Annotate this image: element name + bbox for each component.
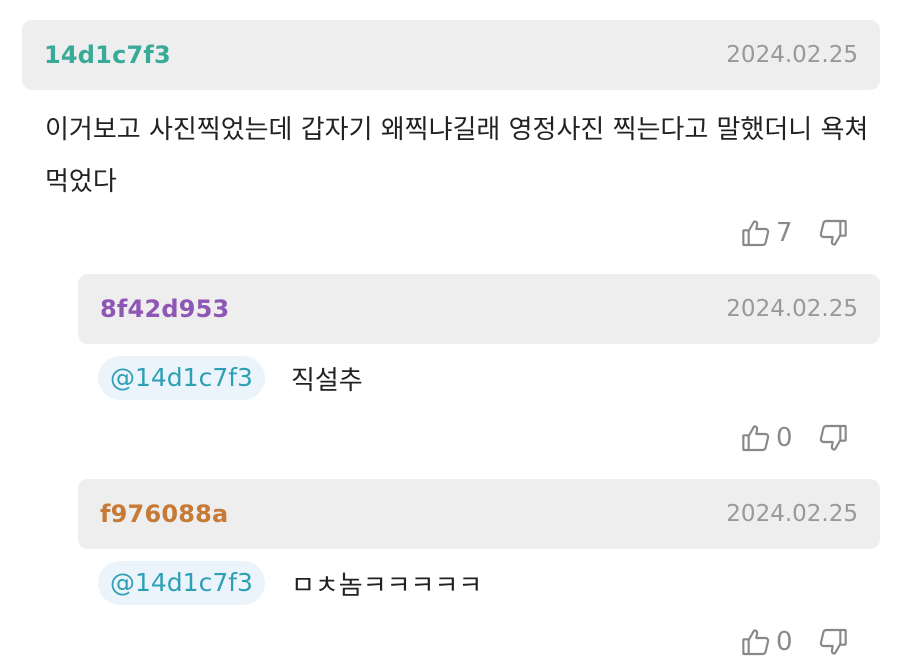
thumbs-up-icon: [740, 217, 772, 249]
reply-date: 2024.02.25: [726, 501, 858, 527]
upvote-count: 0: [776, 627, 793, 657]
thumbs-up-icon: [740, 626, 772, 658]
downvote-button[interactable]: [817, 422, 849, 454]
reply-header: f976088a 2024.02.25: [78, 479, 880, 549]
upvote-button[interactable]: 0: [740, 626, 793, 658]
reply-header: 8f42d953 2024.02.25: [78, 274, 880, 344]
reply-votes: 0: [740, 622, 849, 662]
upvote-count: 7: [776, 218, 793, 248]
mention-tag[interactable]: @14d1c7f3: [98, 356, 265, 400]
comment-author[interactable]: 14d1c7f3: [44, 41, 171, 69]
reply-body: @14d1c7f3 ㅁㅊ놈ㅋㅋㅋㅋㅋ: [98, 560, 482, 606]
thumbs-down-icon: [817, 422, 849, 454]
reply-author[interactable]: f976088a: [100, 500, 228, 528]
reply-votes: 0: [740, 418, 849, 458]
thumbs-up-icon: [740, 422, 772, 454]
upvote-count: 0: [776, 423, 793, 453]
upvote-button[interactable]: 7: [740, 217, 793, 249]
reply-date: 2024.02.25: [726, 296, 858, 322]
reply-text: ㅁㅊ놈ㅋㅋㅋㅋㅋ: [290, 570, 483, 601]
comment-date: 2024.02.25: [726, 42, 858, 68]
thumbs-down-icon: [817, 217, 849, 249]
comment-votes: 7: [740, 213, 849, 253]
mention-tag[interactable]: @14d1c7f3: [98, 561, 265, 605]
thumbs-down-icon: [817, 626, 849, 658]
upvote-button[interactable]: 0: [740, 422, 793, 454]
reply-text: 직설추: [290, 365, 363, 396]
comment-text: 이거보고 사진찍었는데 갑자기 왜찍냐길래 영정사진 찍는다고 말했더니 욕쳐먹…: [45, 115, 869, 197]
reply-body: @14d1c7f3 직설추: [98, 355, 363, 401]
comment-thread: 14d1c7f3 2024.02.25 이거보고 사진찍었는데 갑자기 왜찍냐길…: [0, 0, 900, 670]
downvote-button[interactable]: [817, 217, 849, 249]
reply-author[interactable]: 8f42d953: [100, 295, 229, 323]
downvote-button[interactable]: [817, 626, 849, 658]
comment-header: 14d1c7f3 2024.02.25: [22, 20, 880, 90]
